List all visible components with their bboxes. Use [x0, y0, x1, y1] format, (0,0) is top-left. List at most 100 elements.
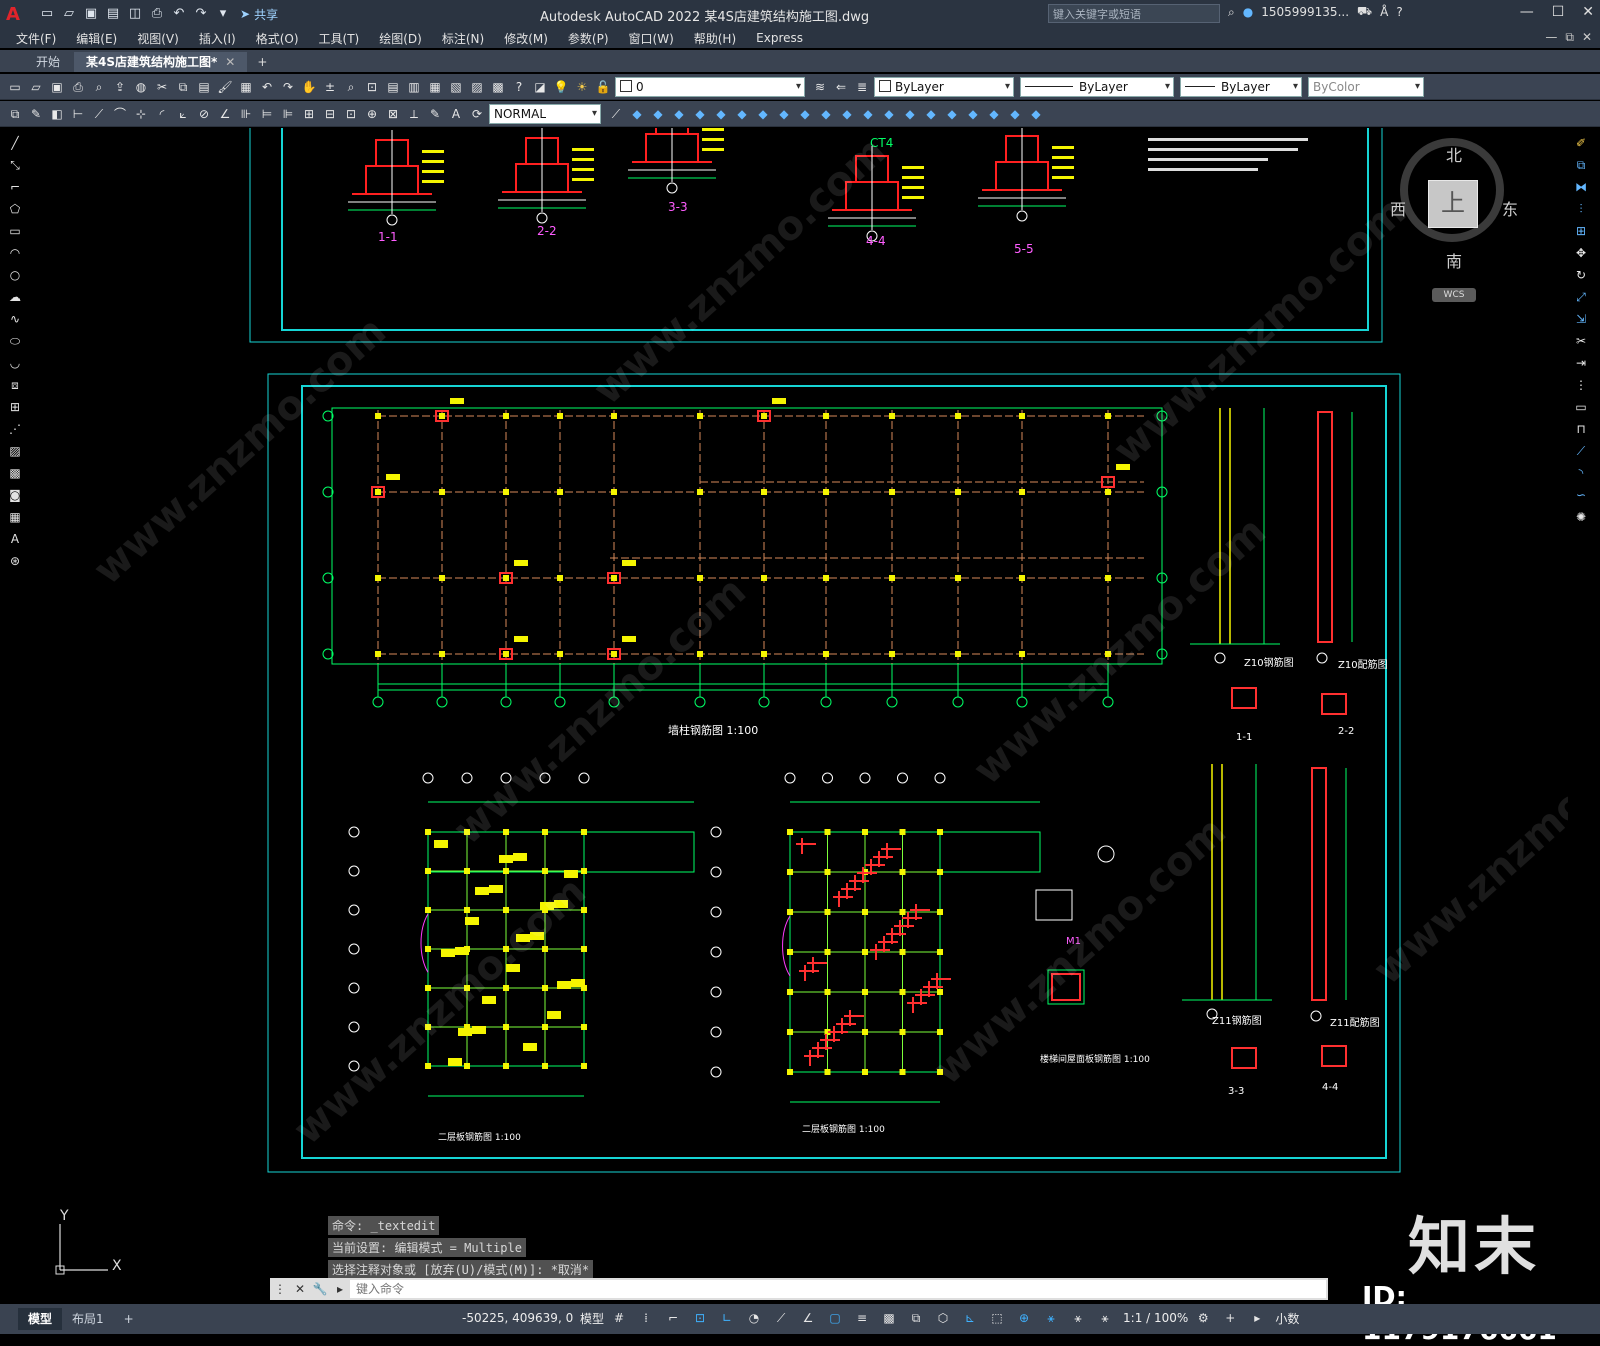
undo-icon[interactable]: ↶	[170, 5, 188, 23]
tab-start[interactable]: 开始	[24, 52, 72, 72]
stretch-icon[interactable]: ⇲	[1572, 310, 1590, 328]
new-tab-button[interactable]: +	[257, 52, 267, 72]
annotation-monitor-icon[interactable]: +	[1221, 1309, 1239, 1327]
rectangle-icon[interactable]: ▭	[6, 222, 24, 240]
dim-angular-icon[interactable]: ∠	[216, 105, 234, 123]
zoom-previous-icon[interactable]: ⊡	[363, 78, 381, 96]
rotate-icon[interactable]: ↻	[1572, 266, 1590, 284]
selection-filter-icon[interactable]: ⬚	[988, 1309, 1006, 1327]
layer-iso-icon[interactable]: ◧	[48, 105, 66, 123]
close-tab-icon[interactable]: ✕	[225, 55, 235, 69]
3d-union-icon[interactable]: ◆	[901, 105, 919, 123]
workspace-icon[interactable]: ⚙	[1194, 1309, 1212, 1327]
menu-file[interactable]: 文件(F)	[16, 30, 56, 47]
3d-cylinder-icon[interactable]: ◆	[712, 105, 730, 123]
units-value[interactable]: 小数	[1275, 1310, 1299, 1327]
otrack-icon[interactable]: ∠	[799, 1309, 817, 1327]
dim-aligned-icon[interactable]: ⟋	[90, 105, 108, 123]
viewcube-north[interactable]: 北	[1446, 142, 1462, 166]
break-point-icon[interactable]: ⋮	[1572, 376, 1590, 394]
text-edit-icon[interactable]: ✎	[27, 105, 45, 123]
viewcube-south[interactable]: 南	[1446, 248, 1462, 272]
dimstyle-icon[interactable]: ⟋	[607, 105, 625, 123]
join-icon[interactable]: ⊓	[1572, 420, 1590, 438]
make-current-icon[interactable]: ≋	[811, 78, 829, 96]
3d-sweep-icon[interactable]: ◆	[838, 105, 856, 123]
3d-dwf-icon[interactable]: ◍	[132, 78, 150, 96]
isodraft-icon[interactable]: ⟋	[772, 1309, 790, 1327]
share-button[interactable]: ➤ 共享	[240, 6, 278, 23]
plot-icon[interactable]: ⎙	[148, 5, 166, 23]
drawing-svg[interactable]	[32, 128, 1568, 1300]
region-icon[interactable]: ◙	[6, 486, 24, 504]
layer-lock-icon[interactable]: 🔓	[594, 78, 612, 96]
design-center-icon[interactable]: ▥	[405, 78, 423, 96]
3d-presspull-icon[interactable]: ◆	[817, 105, 835, 123]
menu-window[interactable]: 窗口(W)	[629, 30, 674, 47]
3d-torus-icon[interactable]: ◆	[733, 105, 751, 123]
save-icon[interactable]: ▣	[48, 78, 66, 96]
make-block-icon[interactable]: ⊞	[6, 398, 24, 416]
print-icon[interactable]: ⎙	[69, 78, 87, 96]
transparency-icon[interactable]: ▩	[880, 1309, 898, 1327]
help-icon[interactable]: ?	[1396, 5, 1402, 19]
3d-planar-icon[interactable]: ◆	[775, 105, 793, 123]
3d-extrude-icon[interactable]: ◆	[796, 105, 814, 123]
dimstyle-dropdown[interactable]: NORMAL	[489, 103, 601, 124]
layout-tab-layout1[interactable]: 布局1	[62, 1308, 114, 1330]
dim-update-icon[interactable]: ⟳	[468, 105, 486, 123]
3d-array-icon[interactable]: ◆	[1027, 105, 1045, 123]
tab-drawing[interactable]: 某4S店建筑结构施工图* ✕	[74, 52, 248, 72]
zoom-realtime-icon[interactable]: ±	[321, 78, 339, 96]
undo-icon[interactable]: ↶	[258, 78, 276, 96]
3d-revolve-icon[interactable]: ◆	[859, 105, 877, 123]
autocad-logo-icon[interactable]: A	[6, 4, 28, 25]
explode-icon[interactable]: ✺	[1572, 508, 1590, 526]
web-mobile-icon[interactable]: ◫	[126, 5, 144, 23]
search-input[interactable]: 键入关键字或短语	[1048, 4, 1220, 23]
menu-format[interactable]: 格式(O)	[256, 30, 299, 47]
3d-intersect-icon[interactable]: ◆	[943, 105, 961, 123]
quick-dim-icon[interactable]: ⊪	[237, 105, 255, 123]
dim-jogged-icon[interactable]: ⟀	[174, 105, 192, 123]
3d-pyramid-icon[interactable]: ◆	[754, 105, 772, 123]
viewcube-top-face[interactable]: 上	[1428, 180, 1478, 228]
command-input[interactable]: 键入命令	[350, 1280, 1326, 1298]
publish-icon[interactable]: ⇪	[111, 78, 129, 96]
layer-on-icon[interactable]: 💡	[552, 78, 570, 96]
point-icon[interactable]: ⋰	[6, 420, 24, 438]
dim-radius-icon[interactable]: ◜	[153, 105, 171, 123]
open-icon[interactable]: ▱	[27, 78, 45, 96]
chamfer-icon[interactable]: ⟋	[1572, 442, 1590, 460]
snap-icon[interactable]: ⁞	[637, 1309, 655, 1327]
dim-edit-icon[interactable]: ✎	[426, 105, 444, 123]
drawing-canvas[interactable]: 1-1 2-2 3-3 CT4 4-4 5-5 墙柱钢筋图 1:100 Z10钢…	[32, 128, 1568, 1300]
zoom-window-icon[interactable]: ⌕	[342, 78, 360, 96]
paste-icon[interactable]: ▤	[195, 78, 213, 96]
dynamic-input-icon[interactable]: ⊡	[691, 1309, 709, 1327]
command-grip-icon[interactable]: ⋮	[270, 1282, 290, 1296]
copy-object-icon[interactable]: ⧉	[1572, 156, 1590, 174]
polygon-icon[interactable]: ⬠	[6, 200, 24, 218]
layer-previous-icon[interactable]: ⇐	[832, 78, 850, 96]
menu-edit[interactable]: 编辑(E)	[76, 30, 117, 47]
polar-icon[interactable]: ◔	[745, 1309, 763, 1327]
3d-move-icon[interactable]: ◆	[964, 105, 982, 123]
polyline-icon[interactable]: ⌐	[6, 178, 24, 196]
menu-parametric[interactable]: 参数(P)	[568, 30, 609, 47]
block-editor-icon[interactable]: ▦	[237, 78, 255, 96]
coordinate-readout[interactable]: -50225, 409639, 0	[462, 1311, 573, 1325]
linetype-dropdown[interactable]: ByLayer	[1020, 76, 1174, 97]
layer-freeze-icon[interactable]: ☀	[573, 78, 591, 96]
insert-block-icon[interactable]: ⧈	[6, 376, 24, 394]
3d-osnap-icon[interactable]: ⬡	[934, 1309, 952, 1327]
user-name[interactable]: 1505999135...	[1261, 5, 1349, 19]
model-space-toggle[interactable]: 模型	[580, 1310, 604, 1327]
doc-minimize-icon[interactable]: —	[1545, 30, 1557, 45]
break-icon[interactable]: ▭	[1572, 398, 1590, 416]
3d-subtract-icon[interactable]: ◆	[922, 105, 940, 123]
circle-icon[interactable]: ○	[6, 266, 24, 284]
inspect-icon[interactable]: ⊠	[384, 105, 402, 123]
center-mark-icon[interactable]: ⊕	[363, 105, 381, 123]
command-recent-icon[interactable]: ▸	[330, 1282, 350, 1296]
